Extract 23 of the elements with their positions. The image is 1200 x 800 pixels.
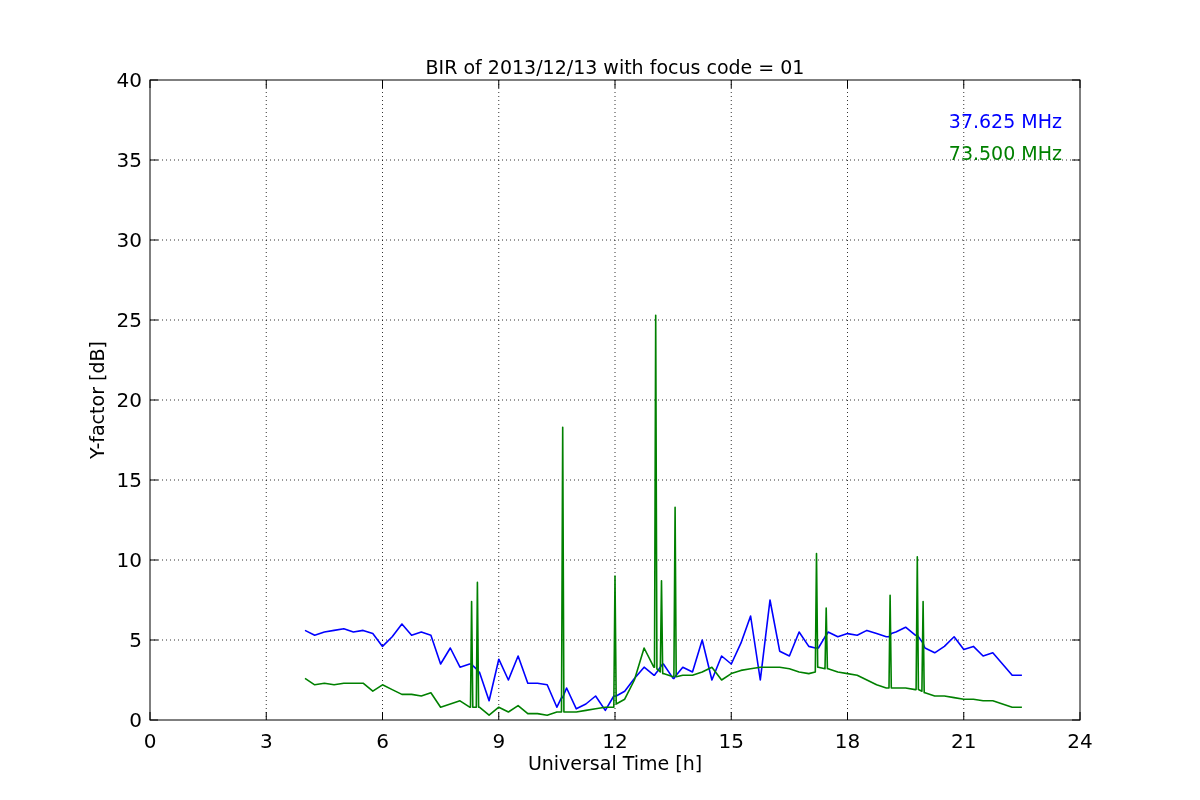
x-tick-label: 12 [602, 729, 628, 753]
y-tick-label: 5 [129, 628, 142, 652]
x-tick-label: 18 [834, 729, 861, 753]
legend-label: 37.625 MHz [948, 110, 1062, 132]
y-axis-label: Y-factor [dB] [86, 341, 108, 459]
x-axis-label: Universal Time [h] [527, 752, 703, 774]
y-tick-label: 0 [129, 708, 142, 732]
y-tick-label: 40 [116, 68, 142, 92]
y-tick-label: 15 [116, 468, 142, 492]
chart-title: BIR of 2013/12/13 with focus code = 01 [425, 56, 805, 78]
y-tick-label: 20 [116, 388, 142, 412]
y-tick-label: 10 [116, 548, 142, 572]
x-tick-label: 3 [259, 729, 273, 753]
y-tick-label: 30 [116, 228, 142, 252]
x-tick-label: 15 [718, 729, 744, 753]
y-tick-label: 25 [116, 308, 142, 332]
x-tick-label: 24 [1067, 729, 1093, 753]
x-tick-label: 21 [951, 729, 977, 753]
x-tick-label: 0 [143, 729, 157, 753]
x-tick-label: 9 [492, 729, 506, 753]
legend-label: 73.500 MHz [948, 142, 1062, 164]
x-tick-label: 6 [376, 729, 389, 753]
y-tick-label: 35 [116, 148, 142, 172]
